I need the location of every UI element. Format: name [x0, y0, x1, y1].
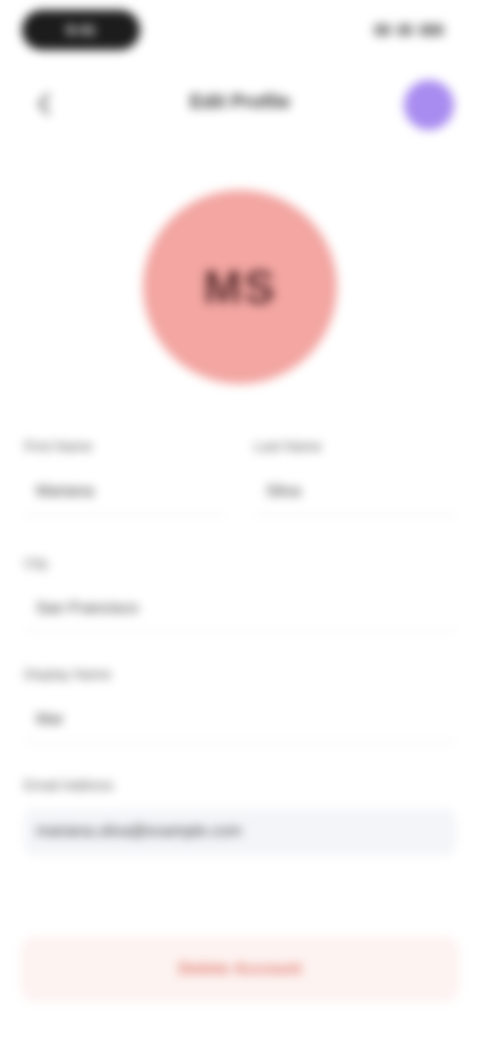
signal-icon: [373, 24, 392, 36]
name-row: First Name Mariana Last Name Silva: [24, 438, 456, 515]
page-title: Edit Profile: [189, 92, 291, 113]
battery-icon: [418, 24, 444, 36]
status-indicators: [373, 22, 444, 38]
city-field: City San Francisco: [24, 555, 456, 632]
email-input[interactable]: mariana.silva@example.com: [24, 809, 456, 855]
email-label: Email Address: [24, 777, 114, 793]
status-time: 9:41: [65, 21, 97, 39]
wifi-icon: [397, 24, 413, 36]
nickname-label: Display Name: [24, 666, 112, 682]
back-button[interactable]: [26, 88, 62, 120]
chevron-left-icon: [38, 93, 50, 115]
profile-form: First Name Mariana Last Name Silva City …: [24, 438, 456, 855]
city-input[interactable]: San Francisco: [24, 587, 456, 632]
header: Edit Profile: [0, 72, 480, 136]
nickname-input[interactable]: Mar: [24, 698, 456, 743]
user-avatar[interactable]: MS: [143, 190, 337, 384]
delete-account-button[interactable]: Delete Account: [20, 936, 460, 1002]
delete-account-label: Delete Account: [178, 959, 302, 978]
city-label: City: [24, 555, 49, 571]
nickname-field: Display Name Mar: [24, 666, 456, 743]
first-name-label: First Name: [24, 438, 93, 454]
first-name-field: First Name Mariana: [24, 438, 226, 515]
last-name-label: Last Name: [254, 438, 322, 454]
first-name-input[interactable]: Mariana: [24, 470, 226, 515]
last-name-input[interactable]: Silva: [254, 470, 456, 515]
email-field: Email Address mariana.silva@example.com: [24, 777, 456, 855]
last-name-field: Last Name Silva: [254, 438, 456, 515]
avatar-initials: MS: [203, 261, 277, 313]
profile-avatar[interactable]: [404, 80, 454, 130]
screen: 9:41 Edit Profile MS First Name Mariana …: [0, 0, 480, 1040]
status-time-pill: 9:41: [22, 10, 140, 50]
